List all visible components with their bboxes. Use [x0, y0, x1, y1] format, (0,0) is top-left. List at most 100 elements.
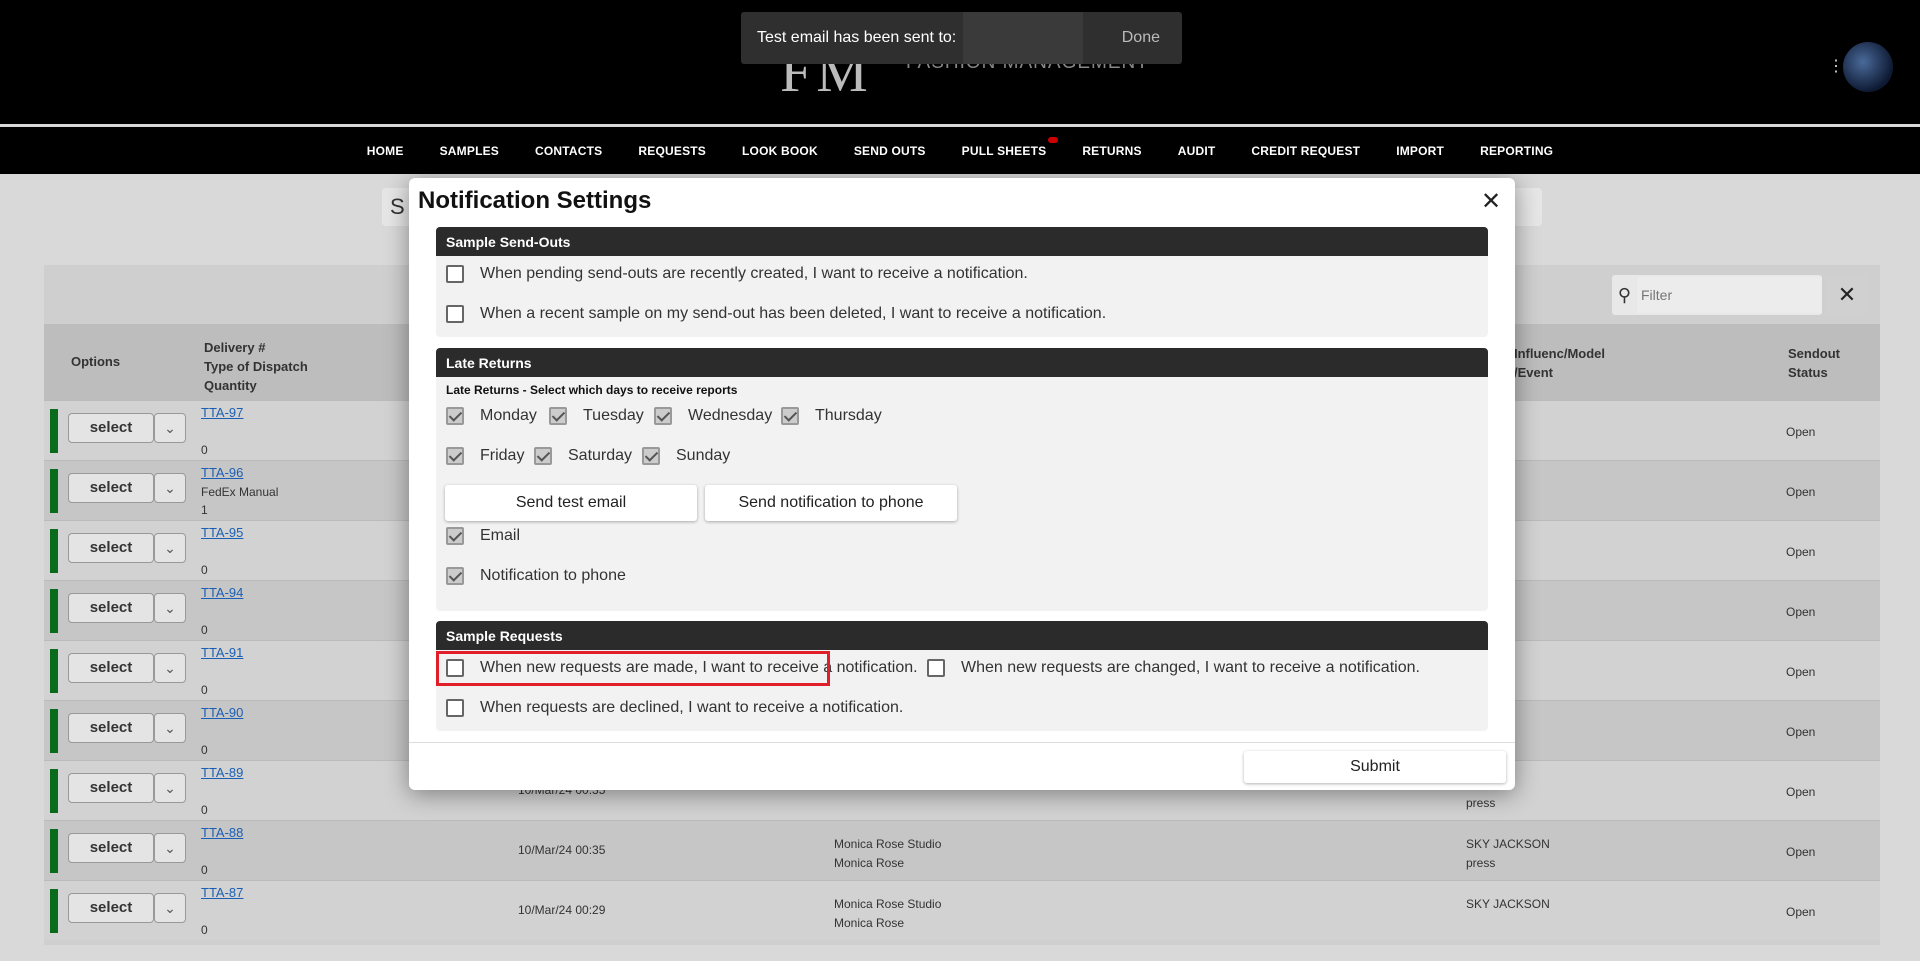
quantity: 0 [201, 863, 208, 877]
nav-reporting[interactable]: REPORTING [1462, 144, 1571, 158]
delivery-link[interactable]: TTA-96 [201, 465, 243, 480]
nav-home[interactable]: HOME [349, 144, 422, 158]
checkbox[interactable] [927, 659, 945, 677]
channel-email[interactable]: Email [446, 527, 520, 545]
chevron-down-icon[interactable]: ⌄ [154, 593, 186, 623]
chevron-down-icon[interactable]: ⌄ [154, 413, 186, 443]
checkbox[interactable] [446, 447, 464, 465]
nav-import[interactable]: IMPORT [1378, 144, 1462, 158]
checkbox[interactable] [446, 527, 464, 545]
nav-contacts[interactable]: CONTACTS [517, 144, 620, 158]
nav-pull-sheets[interactable]: PULL SHEETS [944, 136, 1065, 158]
row-status-marker [50, 589, 58, 633]
checkbox[interactable] [654, 407, 672, 425]
table-row: select ⌄ TTA-87 0 10/Mar/24 00:29 Monica Rose… [44, 880, 1880, 940]
day-thursday[interactable]: Thursday [781, 407, 882, 425]
sendout-created-option[interactable]: When pending send-outs are recently crea… [446, 265, 1028, 283]
day-sunday[interactable]: Sunday [642, 447, 730, 465]
day-label: Thursday [815, 407, 882, 424]
select-button[interactable]: select [68, 413, 154, 443]
send-phone-notification-button[interactable]: Send notification to phone [705, 485, 957, 521]
select-button[interactable]: select [68, 713, 154, 743]
delivery-link[interactable]: TTA-90 [201, 705, 243, 720]
quantity: 0 [201, 623, 208, 637]
delivery-link[interactable]: TTA-87 [201, 885, 243, 900]
sendout-status: Open [1786, 785, 1816, 799]
select-button[interactable]: select [68, 833, 154, 863]
checkbox[interactable] [549, 407, 567, 425]
main-nav: HOME SAMPLES CONTACTS REQUESTS LOOK BOOK… [0, 127, 1920, 174]
header-influencer-label: Influenc/Model [1514, 346, 1605, 361]
nav-look-book[interactable]: LOOK BOOK [724, 144, 836, 158]
select-button[interactable]: select [68, 653, 154, 683]
send-test-email-button[interactable]: Send test email [445, 485, 697, 521]
date: 10/Mar/24 00:29 [518, 903, 606, 917]
notification-settings-modal: Notification Settings ✕ Sample Send-Outs… [409, 178, 1515, 790]
checkbox[interactable] [446, 407, 464, 425]
nav-send-outs[interactable]: SEND OUTS [836, 144, 944, 158]
filter-input[interactable] [1637, 277, 1822, 313]
quantity: 0 [201, 923, 208, 937]
day-wednesday[interactable]: Wednesday [654, 407, 772, 425]
toast-done-button[interactable]: Done [1122, 29, 1182, 47]
day-label: Sunday [676, 447, 731, 464]
delivery-link[interactable]: TTA-89 [201, 765, 243, 780]
nav-requests[interactable]: REQUESTS [620, 144, 724, 158]
checkbox[interactable] [446, 699, 464, 717]
day-friday[interactable]: Friday [446, 447, 524, 465]
nav-samples[interactable]: SAMPLES [422, 144, 517, 158]
section-heading: Sample Send-Outs [436, 227, 1488, 256]
delivery-link[interactable]: TTA-95 [201, 525, 243, 540]
influencer-event: press [1466, 796, 1496, 810]
nav-returns[interactable]: RETURNS [1064, 144, 1159, 158]
request-declined-option[interactable]: When requests are declined, I want to re… [446, 699, 903, 717]
checkbox[interactable] [642, 447, 660, 465]
select-button[interactable]: select [68, 893, 154, 923]
select-button[interactable]: select [68, 473, 154, 503]
avatar[interactable] [1843, 42, 1893, 92]
chevron-down-icon[interactable]: ⌄ [154, 653, 186, 683]
checkbox[interactable] [446, 265, 464, 283]
checkbox[interactable] [446, 305, 464, 323]
contact-company: Monica Rose Studio [834, 837, 942, 851]
quantity: 0 [201, 563, 208, 577]
submit-button[interactable]: Submit [1244, 751, 1506, 783]
chevron-down-icon[interactable]: ⌄ [154, 893, 186, 923]
day-label: Saturday [568, 447, 633, 464]
channel-phone[interactable]: Notification to phone [446, 567, 626, 585]
nav-credit-request[interactable]: CREDIT REQUEST [1233, 144, 1378, 158]
day-monday[interactable]: Monday [446, 407, 537, 425]
sendout-status: Open [1786, 425, 1816, 439]
delivery-link[interactable]: TTA-97 [201, 405, 243, 420]
section-sample-sendouts: Sample Send-Outs When pending send-outs … [436, 227, 1488, 337]
sendout-deleted-option[interactable]: When a recent sample on my send-out has … [446, 305, 1106, 323]
influencer-name: SKY JACKSON [1466, 837, 1550, 851]
delivery-link[interactable]: TTA-94 [201, 585, 243, 600]
quantity: 1 [201, 503, 208, 517]
select-button[interactable]: select [68, 593, 154, 623]
checkbox[interactable] [534, 447, 552, 465]
delivery-link[interactable]: TTA-88 [201, 825, 243, 840]
request-changed-option[interactable]: When new requests are changed, I want to… [927, 659, 1420, 677]
select-button[interactable]: select [68, 533, 154, 563]
day-saturday[interactable]: Saturday [534, 447, 632, 465]
modal-divider [409, 742, 1515, 743]
close-icon[interactable]: ✕ [1479, 190, 1503, 214]
chevron-down-icon[interactable]: ⌄ [154, 533, 186, 563]
checkbox[interactable] [781, 407, 799, 425]
header-quantity-label: Quantity [204, 378, 257, 393]
notification-badge [1048, 136, 1059, 143]
chevron-down-icon[interactable]: ⌄ [154, 473, 186, 503]
chevron-down-icon[interactable]: ⌄ [154, 713, 186, 743]
select-button[interactable]: select [68, 773, 154, 803]
delivery-link[interactable]: TTA-91 [201, 645, 243, 660]
more-menu-icon[interactable]: ⋮ [1828, 56, 1844, 76]
nav-audit[interactable]: AUDIT [1160, 144, 1234, 158]
chevron-down-icon[interactable]: ⌄ [154, 773, 186, 803]
sendout-status: Open [1786, 485, 1816, 499]
clear-filter-icon[interactable]: ✕ [1826, 275, 1868, 315]
header-influencer: Influenc/Model /Event [1514, 344, 1605, 382]
checkbox[interactable] [446, 567, 464, 585]
chevron-down-icon[interactable]: ⌄ [154, 833, 186, 863]
day-tuesday[interactable]: Tuesday [549, 407, 644, 425]
